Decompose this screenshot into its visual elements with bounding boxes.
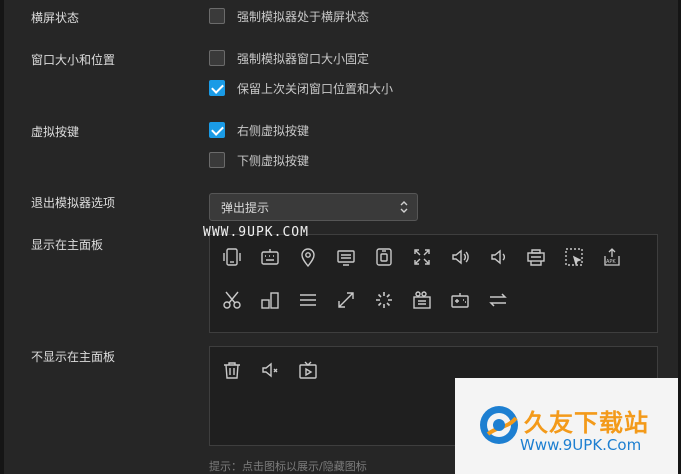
landscape-option[interactable]: 强制模拟器处于横屏状态 bbox=[209, 7, 369, 25]
keep-position-option[interactable]: 保留上次关闭窗口位置和大小 bbox=[209, 79, 393, 97]
shown-panel-label: 显示在主面板 bbox=[31, 238, 104, 252]
multi-window-icon[interactable] bbox=[258, 288, 282, 312]
watermark-brand-url: Www.9UPK.Com bbox=[520, 436, 642, 454]
fixed-size-label: 强制模拟器窗口大小固定 bbox=[237, 51, 370, 66]
fullscreen-icon[interactable] bbox=[410, 245, 434, 269]
fixed-size-checkbox[interactable] bbox=[209, 50, 225, 66]
printer-icon[interactable] bbox=[524, 245, 548, 269]
landscape-label: 横屏状态 bbox=[31, 11, 80, 25]
fixed-size-option[interactable]: 强制模拟器窗口大小固定 bbox=[209, 49, 369, 67]
apk-install-icon[interactable]: APK bbox=[600, 245, 624, 269]
menu-icon[interactable] bbox=[296, 288, 320, 312]
scissors-icon[interactable] bbox=[220, 288, 244, 312]
hidden-panel-label: 不显示在主面板 bbox=[31, 350, 116, 364]
trash-icon[interactable] bbox=[220, 358, 244, 382]
landscape-option-label: 强制模拟器处于横屏状态 bbox=[237, 9, 370, 24]
chevron-updown-icon bbox=[400, 201, 408, 213]
record-icon[interactable] bbox=[372, 245, 396, 269]
bottom-keys-checkbox[interactable] bbox=[209, 152, 225, 168]
window-edge-left bbox=[0, 0, 4, 474]
bottom-keys-option[interactable]: 下侧虚拟按键 bbox=[209, 151, 309, 169]
bottom-keys-label: 下侧虚拟按键 bbox=[237, 153, 310, 168]
resize-icon[interactable] bbox=[334, 288, 358, 312]
exit-option-select[interactable]: 弹出提示 bbox=[209, 193, 418, 221]
watermark-top-text: WWW.9UPK.COM bbox=[203, 225, 309, 240]
panel-hint-text: 提示：点击图标以展示/隐藏图标 bbox=[209, 460, 367, 473]
mute-icon[interactable] bbox=[258, 358, 282, 382]
window-size-label: 窗口大小和位置 bbox=[31, 53, 116, 67]
sync-icon[interactable] bbox=[486, 288, 510, 312]
right-keys-label: 右侧虚拟按键 bbox=[237, 123, 310, 138]
screen-icon[interactable] bbox=[334, 245, 358, 269]
right-keys-checkbox[interactable] bbox=[209, 122, 225, 138]
exit-option-value: 弹出提示 bbox=[221, 200, 270, 215]
loading-icon[interactable] bbox=[372, 288, 396, 312]
right-keys-option[interactable]: 右侧虚拟按键 bbox=[209, 121, 309, 139]
gamepad-icon[interactable] bbox=[448, 288, 472, 312]
virtual-keys-label: 虚拟按键 bbox=[31, 125, 80, 139]
brand-logo-icon bbox=[480, 406, 518, 444]
exit-option-label: 退出模拟器选项 bbox=[31, 196, 116, 210]
location-icon[interactable] bbox=[296, 245, 320, 269]
landscape-checkbox[interactable] bbox=[209, 8, 225, 24]
volume-up-icon[interactable] bbox=[448, 245, 472, 269]
watermark-brand-cn: 久友下载站 bbox=[524, 409, 649, 437]
keep-position-checkbox[interactable] bbox=[209, 80, 225, 96]
mouse-cursor-icon[interactable] bbox=[562, 245, 586, 269]
svg-text:APK: APK bbox=[606, 259, 616, 265]
volume-down-icon[interactable] bbox=[486, 245, 510, 269]
keyboard-icon[interactable] bbox=[258, 245, 282, 269]
phone-shake-icon[interactable] bbox=[220, 245, 244, 269]
play-box-icon[interactable] bbox=[296, 358, 320, 382]
camera-icon[interactable] bbox=[410, 288, 434, 312]
keep-position-label: 保留上次关闭窗口位置和大小 bbox=[237, 81, 394, 96]
